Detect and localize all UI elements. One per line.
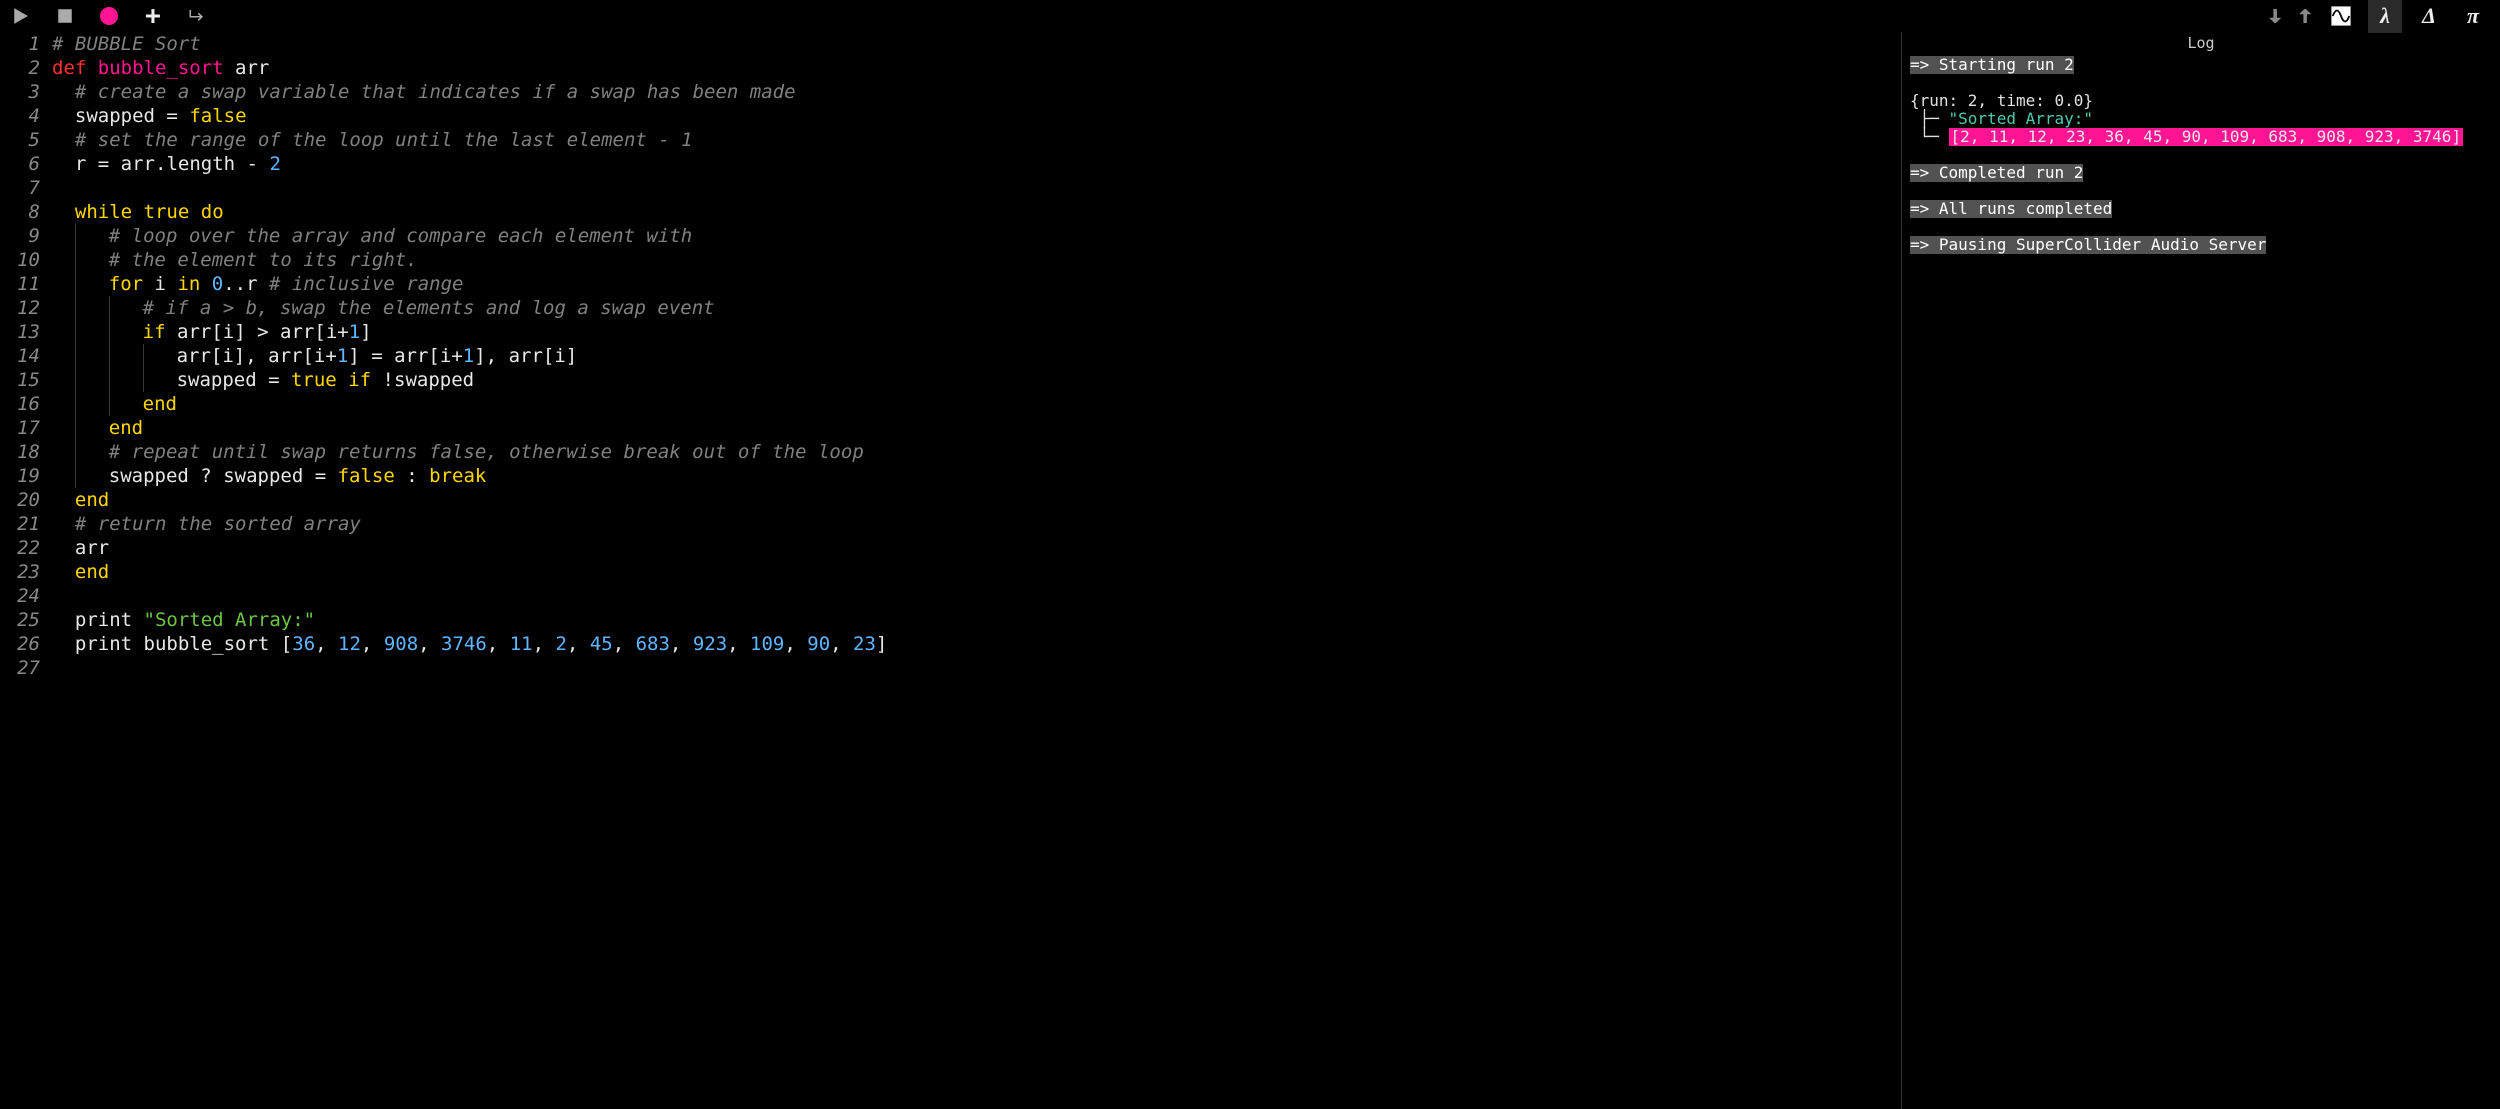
code-line[interactable]: if arr[i] > arr[i+1] bbox=[52, 320, 1901, 344]
log-title: Log bbox=[1902, 32, 2500, 56]
code-line[interactable]: for i in 0..r # inclusive range bbox=[52, 272, 1901, 296]
play-icon[interactable] bbox=[10, 5, 32, 27]
log-completed: => Completed run 2 bbox=[1910, 164, 2083, 182]
code-line[interactable]: print bubble_sort [36, 12, 908, 3746, 11… bbox=[52, 632, 1901, 656]
log-cue: {run: 2, time: 0.0} bbox=[1910, 92, 2492, 110]
code-line[interactable]: # BUBBLE Sort bbox=[52, 32, 1901, 56]
record-icon[interactable] bbox=[98, 5, 120, 27]
log-sorted-array: [2, 11, 12, 23, 36, 45, 90, 109, 683, 90… bbox=[1949, 128, 2464, 146]
code-line[interactable]: arr bbox=[52, 536, 1901, 560]
toolbar: + λ Δ π bbox=[0, 0, 2500, 32]
log-start: => Starting run 2 bbox=[1910, 56, 2074, 74]
code-line[interactable]: swapped ? swapped = false : break bbox=[52, 464, 1901, 488]
code-line[interactable]: # the element to its right. bbox=[52, 248, 1901, 272]
code-line[interactable] bbox=[52, 176, 1901, 200]
size-down-icon[interactable] bbox=[2264, 2, 2284, 30]
pi-icon[interactable]: π bbox=[2456, 0, 2490, 33]
code-editor[interactable]: 1234567891011121314151617181920212223242… bbox=[0, 32, 1902, 1109]
code-line[interactable]: # if a > b, swap the elements and log a … bbox=[52, 296, 1901, 320]
code-line[interactable] bbox=[52, 656, 1901, 680]
log-body[interactable]: => Starting run 2 {run: 2, time: 0.0} ├─… bbox=[1902, 56, 2500, 1109]
code-line[interactable]: end bbox=[52, 416, 1901, 440]
code-line[interactable]: # loop over the array and compare each e… bbox=[52, 224, 1901, 248]
log-allruns: => All runs completed bbox=[1910, 200, 2112, 218]
code-line[interactable]: r = arr.length - 2 bbox=[52, 152, 1901, 176]
log-pausing: => Pausing SuperCollider Audio Server bbox=[1910, 236, 2266, 254]
lambda-icon[interactable]: λ bbox=[2368, 0, 2402, 33]
code-line[interactable]: swapped = true if !swapped bbox=[52, 368, 1901, 392]
code-line[interactable] bbox=[52, 584, 1901, 608]
scope-icon[interactable] bbox=[2324, 0, 2358, 33]
line-gutter: 1234567891011121314151617181920212223242… bbox=[0, 32, 52, 1109]
code-line[interactable]: # repeat until swap returns false, other… bbox=[52, 440, 1901, 464]
size-up-icon[interactable] bbox=[2294, 2, 2314, 30]
log-sorted-label: "Sorted Array:" bbox=[1949, 109, 2094, 128]
code-line[interactable]: print "Sorted Array:" bbox=[52, 608, 1901, 632]
plus-icon[interactable]: + bbox=[142, 5, 164, 27]
code-line[interactable]: def bubble_sort arr bbox=[52, 56, 1901, 80]
code-line[interactable]: end bbox=[52, 560, 1901, 584]
code-line[interactable]: swapped = false bbox=[52, 104, 1901, 128]
code-area[interactable]: # BUBBLE Sortdef bubble_sort arr # creat… bbox=[52, 32, 1901, 1109]
indent-return-icon[interactable] bbox=[186, 5, 208, 27]
delta-icon[interactable]: Δ bbox=[2412, 0, 2446, 33]
code-line[interactable]: # create a swap variable that indicates … bbox=[52, 80, 1901, 104]
code-line[interactable]: while true do bbox=[52, 200, 1901, 224]
code-line[interactable]: end bbox=[52, 488, 1901, 512]
code-line[interactable]: arr[i], arr[i+1] = arr[i+1], arr[i] bbox=[52, 344, 1901, 368]
code-line[interactable]: # return the sorted array bbox=[52, 512, 1901, 536]
code-line[interactable]: end bbox=[52, 392, 1901, 416]
stop-icon[interactable] bbox=[54, 5, 76, 27]
log-panel: Log => Starting run 2 {run: 2, time: 0.0… bbox=[1902, 32, 2500, 1109]
code-line[interactable]: # set the range of the loop until the la… bbox=[52, 128, 1901, 152]
